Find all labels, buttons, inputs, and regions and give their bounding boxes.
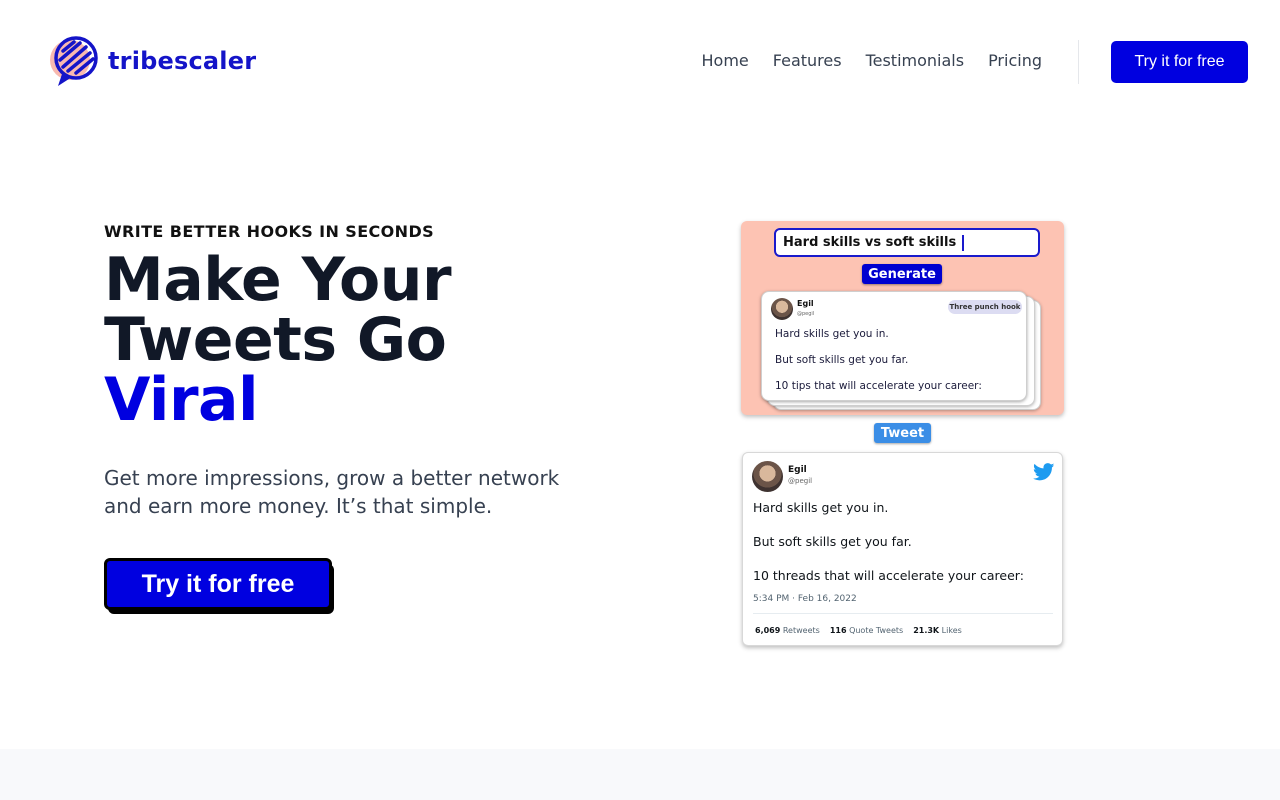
quote-tweets-stat: 116 Quote Tweets bbox=[830, 626, 903, 635]
brand-name: tribescaler bbox=[108, 47, 257, 75]
nav-item-testimonials[interactable]: Testimonials bbox=[866, 50, 965, 72]
hero-eyebrow: WRITE BETTER HOOKS IN SECONDS bbox=[104, 222, 435, 241]
hook-generator-card: Hard skills vs soft skills Generate Egil… bbox=[741, 221, 1064, 415]
hero-cta-wrapper: Try it for free bbox=[104, 558, 334, 614]
avatar bbox=[752, 461, 783, 492]
next-section-band bbox=[0, 749, 1280, 800]
hook-preview-card: Egil @pegil Three punch hook Hard skills… bbox=[761, 291, 1027, 401]
tweet-timestamp: 5:34 PM · Feb 16, 2022 bbox=[753, 594, 857, 604]
quote-tweets-label: Quote Tweets bbox=[849, 626, 904, 635]
hook-type-badge: Three punch hook bbox=[948, 300, 1022, 314]
topic-input[interactable]: Hard skills vs soft skills bbox=[774, 228, 1040, 257]
preview-author-name: Egil bbox=[797, 299, 814, 308]
likes-count: 21.3K bbox=[913, 626, 940, 635]
twitter-bird-icon bbox=[1033, 463, 1055, 481]
likes-stat: 21.3K Likes bbox=[913, 626, 962, 635]
logo-icon bbox=[50, 36, 98, 86]
quote-tweets-count: 116 bbox=[829, 626, 847, 635]
tweet-card: Egil @pegil Hard skills get you in. But … bbox=[742, 452, 1063, 646]
headline-line-2: Tweets Go bbox=[104, 305, 447, 375]
preview-line: But soft skills get you far. bbox=[775, 354, 909, 366]
nav-divider bbox=[1078, 40, 1079, 84]
headline-line-1: Make Your bbox=[104, 245, 452, 315]
nav-item-home[interactable]: Home bbox=[702, 50, 749, 72]
preview-author-handle: @pegil bbox=[797, 311, 815, 317]
preview-line: Hard skills get you in. bbox=[775, 328, 889, 340]
preview-line: 10 tips that will accelerate your career… bbox=[775, 380, 982, 392]
logo[interactable]: tribescaler bbox=[48, 34, 256, 88]
retweets-stat: 6,069 Retweets bbox=[755, 626, 820, 635]
tweet-line: Hard skills get you in. bbox=[753, 500, 889, 515]
retweets-label: Retweets bbox=[782, 626, 820, 635]
tweet-divider bbox=[753, 613, 1053, 614]
tweet-button[interactable]: Tweet bbox=[874, 423, 931, 443]
tweet-line: 10 threads that will accelerate your car… bbox=[753, 568, 1024, 583]
tweet-stats: 6,069 Retweets 116 Quote Tweets 21.3K Li… bbox=[755, 626, 962, 635]
avatar bbox=[771, 298, 793, 320]
tweet-author-handle: @pegil bbox=[788, 477, 813, 485]
nav-item-pricing[interactable]: Pricing bbox=[988, 50, 1042, 72]
generate-button[interactable]: Generate bbox=[862, 264, 942, 284]
tweet-author-name: Egil bbox=[788, 465, 807, 475]
site-header: tribescaler Home Features Testimonials P… bbox=[0, 0, 1280, 122]
hero-headline: Make Your Tweets Go Viral bbox=[104, 245, 452, 435]
tweet-line: But soft skills get you far. bbox=[753, 534, 912, 549]
hero-try-free-button[interactable]: Try it for free bbox=[104, 558, 332, 610]
header-try-free-button[interactable]: Try it for free bbox=[1111, 41, 1248, 83]
nav-item-features[interactable]: Features bbox=[773, 50, 842, 72]
text-caret bbox=[962, 234, 964, 251]
hero-subtext: Get more impressions, grow a better netw… bbox=[104, 466, 560, 518]
likes-label: Likes bbox=[941, 626, 962, 635]
retweets-count: 6,069 bbox=[755, 626, 781, 635]
main-nav: Home Features Testimonials Pricing bbox=[702, 50, 1042, 72]
headline-accent: Viral bbox=[104, 365, 259, 435]
topic-input-value: Hard skills vs soft skills bbox=[783, 235, 957, 250]
